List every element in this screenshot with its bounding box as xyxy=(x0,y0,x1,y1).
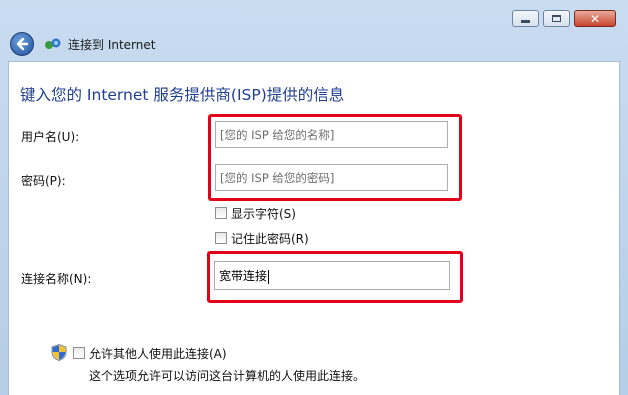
connection-name-label: 连接名称(N): xyxy=(21,272,92,286)
close-button[interactable]: ✕ xyxy=(574,10,616,27)
window-frame: ✕ 连接到 Internet 键入您的 Internet 服务提供商(ISP)提… xyxy=(0,0,628,395)
maximize-icon xyxy=(552,15,561,22)
network-connection-icon xyxy=(44,37,62,51)
close-icon: ✕ xyxy=(589,11,601,26)
show-characters-checkbox[interactable] xyxy=(215,207,227,219)
credentials-highlight xyxy=(208,114,462,201)
maximize-button[interactable] xyxy=(543,10,570,27)
window-controls: ✕ xyxy=(512,10,616,27)
page-heading: 键入您的 Internet 服务提供商(ISP)提供的信息 xyxy=(20,86,345,104)
connection-name-highlight xyxy=(207,251,463,303)
allow-others-checkbox[interactable] xyxy=(73,347,85,359)
username-label: 用户名(U): xyxy=(21,130,80,144)
password-label: 密码(P): xyxy=(21,174,66,188)
shield-icon xyxy=(51,344,67,361)
allow-others-note: 这个选项允许可以访问这台计算机的人使用此连接。 xyxy=(89,369,366,383)
remember-password-label: 记住此密码(R) xyxy=(231,232,309,246)
back-arrow-icon xyxy=(16,37,29,51)
show-characters-label: 显示字符(S) xyxy=(231,207,296,221)
minimize-button[interactable] xyxy=(512,10,539,27)
window-title: 连接到 Internet xyxy=(68,37,156,52)
back-button[interactable] xyxy=(10,32,34,56)
minimize-icon xyxy=(521,20,530,23)
allow-others-label: 允许其他人使用此连接(A) xyxy=(89,347,227,361)
remember-password-checkbox[interactable] xyxy=(215,232,227,244)
wizard-content: 键入您的 Internet 服务提供商(ISP)提供的信息 用户名(U): [您… xyxy=(8,61,620,395)
navigation-bar: 连接到 Internet xyxy=(10,32,155,56)
